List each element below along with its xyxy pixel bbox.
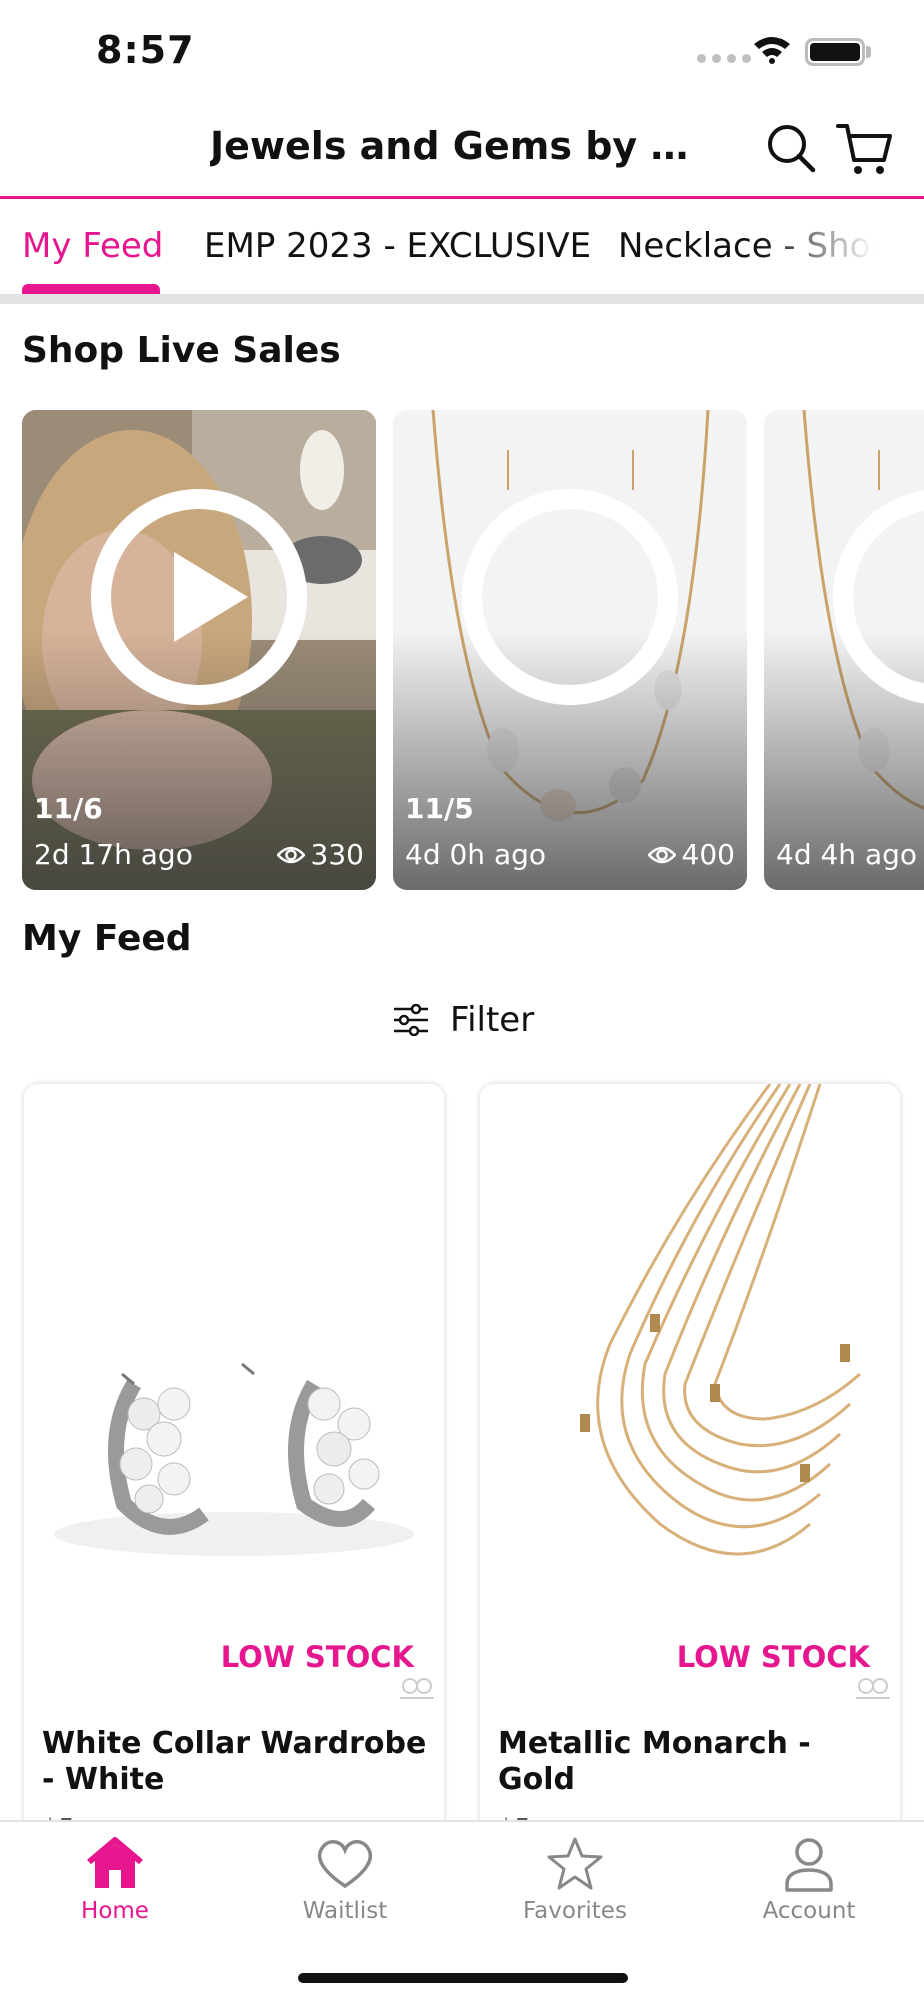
live-sales-carousel[interactable]: 11/6 2d 17h ago 330 11/5 4d 0h ago 400 4… [22,410,924,890]
nav-home-label: Home [81,1898,149,1924]
product-card[interactable]: LOW STOCK Metallic Monarch - Gold $5 [480,1084,900,1844]
play-icon[interactable] [832,488,924,706]
view-count: 400 [681,838,735,871]
play-icon[interactable] [90,488,308,706]
tabs-divider [0,294,924,304]
cart-icon[interactable] [836,122,894,178]
wifi-icon [754,37,790,64]
eye-icon [276,846,305,863]
active-tab-indicator [22,284,160,294]
search-icon[interactable] [765,122,817,174]
low-stock-badge: LOW STOCK [676,1640,870,1674]
live-sale-card[interactable]: 11/5 4d 0h ago 400 [393,410,747,890]
product-image[interactable] [480,1084,900,1644]
person-icon [785,1838,833,1892]
nav-favorites[interactable]: Favorites [460,1836,690,1924]
nav-favorites-label: Favorites [523,1898,627,1924]
product-image[interactable] [24,1084,444,1644]
eye-icon [647,846,676,863]
product-card[interactable]: LOW STOCK White Collar Wardrobe - White … [24,1084,444,1844]
live-sale-time-ago: 2d 17h ago [34,838,193,871]
store-title: Jewels and Gems by He... [210,124,710,168]
nav-waitlist[interactable]: Waitlist [230,1836,460,1924]
live-sale-date: 11/5 [405,792,474,825]
play-icon[interactable] [461,488,679,706]
cellular-signal-icon [697,54,751,63]
live-sale-time-ago: 4d 0h ago [405,838,547,871]
app-screen: 8:57 Jewels and Gems by He... My Feed EM… [0,0,924,2000]
home-indicator [298,1973,628,1983]
low-stock-badge: LOW STOCK [220,1640,414,1674]
header-divider [0,196,924,199]
tabs-fade-overlay [760,200,924,292]
sliders-icon [394,1004,428,1036]
filter-label: Filter [450,1000,535,1040]
tab-emp-2023-exclusive[interactable]: EMP 2023 - EXCLUSIVE [204,226,591,266]
brand-logo-icon [856,1678,890,1699]
live-sale-views: 400 [647,838,735,871]
live-sale-views: 330 [276,838,364,871]
my-feed-heading: My Feed [22,918,192,959]
shop-live-sales-heading: Shop Live Sales [22,330,341,371]
view-count: 330 [310,838,364,871]
home-icon [87,1837,143,1888]
tab-my-feed[interactable]: My Feed [22,226,163,266]
filter-button[interactable]: Filter [392,1000,534,1040]
nav-waitlist-label: Waitlist [302,1898,388,1924]
nav-account-label: Account [762,1898,856,1924]
nav-home[interactable]: Home [0,1836,230,1924]
live-sale-date: 11/6 [34,792,103,825]
product-name[interactable]: Metallic Monarch - Gold [498,1726,888,1798]
star-icon [547,1837,603,1890]
product-name[interactable]: White Collar Wardrobe - White [42,1726,432,1798]
status-bar: 8:57 [0,0,924,100]
live-sale-time-ago: 4d 4h ago [776,838,918,871]
battery-icon [805,38,865,66]
battery-cap [866,46,871,58]
brand-logo-icon [400,1678,434,1699]
live-sale-card[interactable]: 11/6 2d 17h ago 330 [22,410,376,890]
heart-icon [317,1840,373,1889]
status-time: 8:57 [96,28,195,72]
nav-account[interactable]: Account [694,1836,924,1924]
live-sale-card[interactable]: 4d 4h ago [764,410,924,890]
